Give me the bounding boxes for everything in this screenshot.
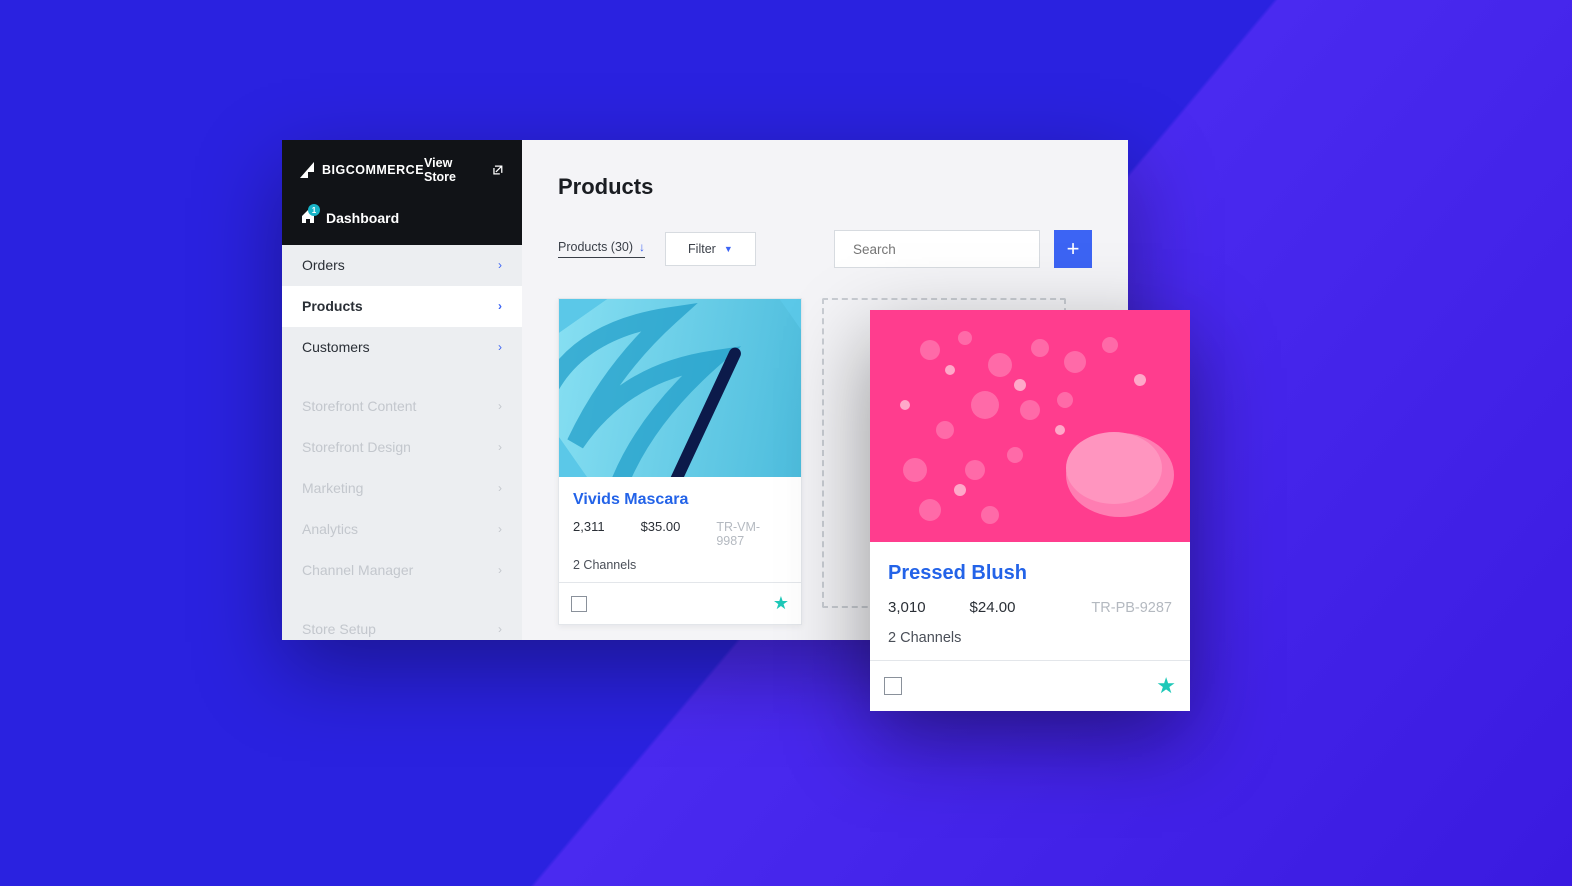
product-image bbox=[559, 299, 801, 477]
chevron-right-icon: › bbox=[498, 440, 502, 454]
chevron-right-icon: › bbox=[498, 399, 502, 413]
chevron-right-icon: › bbox=[498, 299, 502, 313]
nav-storefront-content[interactable]: Storefront Content › bbox=[282, 386, 522, 427]
product-channels: 2 Channels bbox=[573, 558, 787, 572]
chevron-right-icon: › bbox=[498, 258, 502, 272]
chevron-right-icon: › bbox=[498, 481, 502, 495]
star-icon[interactable]: ★ bbox=[1156, 673, 1176, 699]
caret-down-icon: ▼ bbox=[724, 244, 733, 254]
logo: BIGCOMMERCE bbox=[300, 162, 424, 178]
chevron-right-icon: › bbox=[498, 340, 502, 354]
product-qty: 3,010 bbox=[888, 599, 926, 616]
chevron-right-icon: › bbox=[498, 563, 502, 577]
nav-label: Store Setup bbox=[302, 621, 376, 637]
product-checkbox[interactable] bbox=[884, 677, 902, 695]
nav-label: Storefront Content bbox=[302, 398, 416, 414]
product-channels: 2 Channels bbox=[888, 630, 1172, 646]
external-link-icon bbox=[492, 164, 504, 176]
product-qty: 2,311 bbox=[573, 519, 605, 534]
nav-storefront-design[interactable]: Storefront Design › bbox=[282, 427, 522, 468]
toolbar: Products (30) ↓ Filter ▼ + bbox=[558, 230, 1092, 268]
nav-label: Analytics bbox=[302, 521, 358, 537]
nav-marketing[interactable]: Marketing › bbox=[282, 468, 522, 509]
sidebar: BIGCOMMERCE View Store 1 Dashboard Order… bbox=[282, 140, 522, 640]
product-card[interactable]: Vivids Mascara 2,311 $35.00 TR-VM-9987 2… bbox=[558, 298, 802, 625]
product-title[interactable]: Pressed Blush bbox=[888, 562, 1172, 585]
nav-label: Marketing bbox=[302, 480, 363, 496]
plus-icon: + bbox=[1067, 236, 1080, 262]
nav-label: Storefront Design bbox=[302, 439, 411, 455]
product-checkbox[interactable] bbox=[571, 596, 587, 612]
add-product-button[interactable]: + bbox=[1054, 230, 1092, 268]
chevron-right-icon: › bbox=[498, 522, 502, 536]
nav-label: Customers bbox=[302, 339, 370, 355]
page-title: Products bbox=[558, 174, 1092, 200]
star-icon[interactable]: ★ bbox=[773, 593, 789, 614]
dashboard-link[interactable]: 1 Dashboard bbox=[282, 194, 522, 245]
product-price: $24.00 bbox=[970, 599, 1016, 616]
search-box[interactable] bbox=[834, 230, 1040, 268]
logo-text: BIGCOMMERCE bbox=[322, 163, 424, 177]
product-title[interactable]: Vivids Mascara bbox=[573, 491, 787, 509]
product-card-large[interactable]: Pressed Blush 3,010 $24.00 TR-PB-9287 2 … bbox=[870, 310, 1190, 711]
chevron-right-icon: › bbox=[498, 622, 502, 636]
products-count-sort[interactable]: Products (30) ↓ bbox=[558, 240, 645, 258]
logo-icon bbox=[300, 162, 316, 178]
nav-label: Channel Manager bbox=[302, 562, 413, 578]
nav-channel-manager[interactable]: Channel Manager › bbox=[282, 550, 522, 591]
product-price: $35.00 bbox=[641, 519, 681, 534]
nav: Orders › Products › Customers › Storefro… bbox=[282, 245, 522, 640]
view-store-link[interactable]: View Store bbox=[424, 156, 504, 184]
sort-arrow-down-icon: ↓ bbox=[639, 240, 645, 254]
nav-label: Products bbox=[302, 298, 363, 314]
nav-analytics[interactable]: Analytics › bbox=[282, 509, 522, 550]
nav-orders[interactable]: Orders › bbox=[282, 245, 522, 286]
product-image bbox=[870, 310, 1190, 542]
filter-button[interactable]: Filter ▼ bbox=[665, 232, 756, 266]
product-sku: TR-PB-9287 bbox=[1091, 600, 1172, 616]
nav-products[interactable]: Products › bbox=[282, 286, 522, 327]
product-sku: TR-VM-9987 bbox=[716, 520, 787, 548]
nav-customers[interactable]: Customers › bbox=[282, 327, 522, 368]
sidebar-header: BIGCOMMERCE View Store bbox=[282, 140, 522, 194]
search-input[interactable] bbox=[853, 242, 1030, 257]
notification-badge: 1 bbox=[308, 204, 320, 216]
nav-label: Orders bbox=[302, 257, 345, 273]
nav-store-setup[interactable]: Store Setup › bbox=[282, 609, 522, 640]
